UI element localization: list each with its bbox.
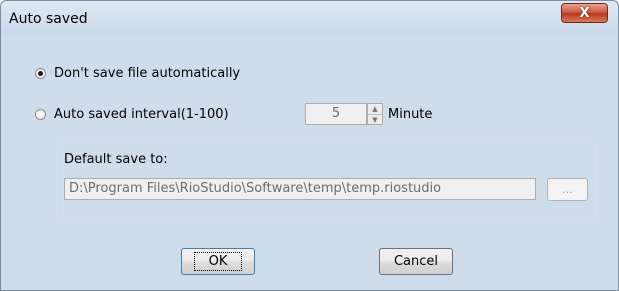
close-button[interactable]: X — [561, 3, 608, 23]
no-auto-save-label: Don't save file automatically — [54, 66, 241, 81]
default-save-label: Default save to: — [64, 152, 168, 167]
cancel-label: Cancel — [393, 254, 439, 269]
cancel-button[interactable]: Cancel — [379, 248, 453, 275]
interval-stepper[interactable]: ▲ ▼ — [367, 103, 383, 125]
interval-option[interactable]: Auto saved interval(1-100) — [35, 107, 229, 122]
dialog-title: Auto saved — [9, 11, 88, 27]
no-auto-save-option[interactable]: Don't save file automatically — [35, 66, 240, 81]
spin-down-icon[interactable]: ▼ — [368, 114, 382, 125]
browse-button[interactable]: ... — [547, 178, 588, 201]
spin-up-icon[interactable]: ▲ — [368, 104, 382, 114]
no-auto-save-radio[interactable] — [35, 68, 46, 79]
ok-button[interactable]: OK — [181, 248, 255, 275]
interval-unit-label: Minute — [388, 107, 433, 122]
interval-label: Auto saved interval(1-100) — [54, 107, 229, 122]
save-path-field[interactable]: D:\Program Files\RioStudio\Software\temp… — [64, 178, 536, 200]
ok-label: OK — [193, 252, 243, 271]
interval-input[interactable]: 5 — [305, 103, 367, 125]
title-bar[interactable]: Auto saved X — [1, 1, 618, 35]
close-icon: X — [579, 5, 590, 21]
interval-radio[interactable] — [35, 109, 46, 120]
